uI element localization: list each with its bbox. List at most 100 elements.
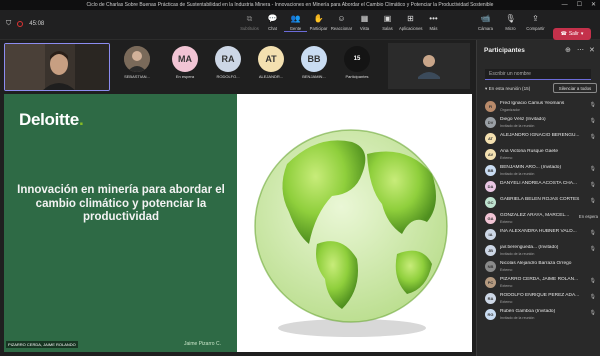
self-video[interactable] — [4, 43, 110, 91]
list-item[interactable]: DV Diego Véliz (Invitado) Invitado de la… — [483, 114, 599, 130]
avatar: DA — [485, 181, 496, 192]
meeting-toolbar: ⛉ 45:08 ⧉ Subtítulos 💬 Chat 👥 Gente ✋ Partic… — [0, 10, 600, 40]
recording-icon — [17, 21, 24, 27]
apps-icon: ⊞ — [407, 14, 414, 23]
participant-role: Invitado de la reunión — [500, 315, 535, 320]
leave-button[interactable]: ☎ Salir ▾ — [553, 28, 591, 40]
panel-title: Participantes — [484, 47, 525, 54]
close-icon[interactable]: ✕ — [591, 0, 596, 10]
mic-off-icon: 🎙 — [589, 102, 596, 108]
meeting-timer: 45:08 — [29, 21, 45, 27]
raise-hand-icon: ✋ — [313, 14, 324, 23]
list-item[interactable]: PC PIZARRO CERDA, JAIME ROLAN... Externo… — [483, 274, 599, 290]
mic-off-icon: 🎙 — [589, 166, 596, 172]
participant-tile[interactable]: RA RODOLFO... — [207, 42, 249, 90]
participant-role: Invitado de la reunión — [500, 123, 535, 128]
window-title: Ciclo de Charlas Sobre Buenas Prácticas … — [86, 2, 494, 8]
close-icon[interactable]: ✕ — [589, 46, 595, 54]
people-button[interactable]: 👥 Gente — [284, 14, 307, 32]
participants-panel: Participantes ⊕ ⋯ ✕ Escribir un nombre ▾… — [476, 40, 600, 356]
participant-name: RODOLFO... — [216, 74, 240, 79]
share-icon: ⇪ — [532, 14, 539, 23]
avatar: GC — [485, 197, 496, 208]
captions-icon: ⧉ — [246, 14, 253, 23]
mic-button[interactable]: 🎙 Micro — [499, 14, 522, 31]
participant-name: RODOLFO ENRIQUE PEREZ ADA... — [500, 293, 580, 298]
list-item[interactable]: NB Nicolas Alejandro Barraza Orrego Exte… — [483, 258, 599, 274]
participant-role: Externo — [500, 267, 513, 272]
participant-name: INA ALEXANDRA HUBNER VALD... — [500, 229, 577, 234]
chevron-down-icon: ▾ — [580, 31, 584, 37]
mic-off-icon: 🎙 — [589, 246, 596, 252]
list-item[interactable]: AT ALEJANDRO IGNACIO BERENGU... 🎙 — [483, 130, 599, 146]
avatar: RA — [485, 293, 496, 304]
list-item[interactable]: GC GABRIELA BELEN ROJAS CORTES 🎙 — [483, 194, 599, 210]
list-item[interactable]: RA RODOLFO ENRIQUE PEREZ ADA... Externo … — [483, 290, 599, 306]
media-controls: 📹 Cámara 🎙 Micro ⇪ Compartir — [474, 14, 547, 31]
title-bar: Ciclo de Charlas Sobre Buenas Prácticas … — [0, 0, 600, 10]
raise-hand-button[interactable]: ✋ Participar — [307, 14, 330, 32]
presenter-name: Jaime Pizarro C. — [184, 341, 221, 347]
list-item[interactable]: DA DANYELI ANDREA ACOSTA CHA... 🎙 — [483, 178, 599, 194]
participant-search-input[interactable]: Escribir un nombre — [485, 69, 591, 80]
view-button[interactable]: ▦ Vista — [353, 14, 376, 32]
mic-off-icon: 🎙 — [589, 198, 596, 204]
participant-role: Externo — [500, 155, 513, 160]
share-button[interactable]: ⇪ Compartir — [524, 14, 547, 31]
participant-name: Nicolas Alejandro Barraza Orrego — [500, 261, 572, 266]
participant-role: Externo — [500, 299, 513, 304]
avatar: BB — [301, 46, 327, 72]
mic-off-icon: 🎙 — [589, 118, 596, 124]
more-icon: ••• — [429, 14, 438, 23]
participant-name: DANYELI ANDREA ACOSTA CHA... — [500, 181, 577, 186]
section-header[interactable]: ▾ En esta reunión (15) — [485, 86, 530, 92]
participant-tile[interactable]: MA En espera — [164, 42, 206, 90]
people-icon: 👥 — [290, 14, 301, 23]
maximize-icon[interactable]: ☐ — [577, 0, 582, 10]
participant-tile[interactable]: BB BENJAMIN... — [293, 42, 335, 90]
participant-name: GABRIELA BELEN ROJAS CORTES — [500, 197, 580, 202]
window-controls: — ☐ ✕ — [562, 0, 596, 10]
mic-off-icon: 🎙 — [589, 278, 596, 284]
participant-role: Organizador — [500, 107, 520, 112]
remote-video[interactable] — [388, 43, 470, 89]
phone-icon: ☎ — [560, 31, 567, 37]
avatar: IA — [485, 229, 496, 240]
captions-button[interactable]: ⧉ Subtítulos — [238, 14, 261, 32]
list-item[interactable]: RG Rubén Gamboa (Invitado) Invitado de l… — [483, 306, 599, 322]
avatar: AV — [485, 149, 496, 160]
apps-button[interactable]: ⊞ Aplicaciones — [399, 14, 423, 32]
deloitte-logo: Deloitte. — [19, 110, 84, 129]
participant-role: Externo — [500, 283, 513, 288]
rooms-icon: ▣ — [383, 14, 392, 23]
add-people-icon[interactable]: ⊕ — [565, 46, 571, 54]
participant-tile[interactable]: AT ALEJANDR... — [250, 42, 292, 90]
list-item[interactable]: BB BENJAMIN ARO... (Invitado) Invitado d… — [483, 162, 599, 178]
mute-all-button[interactable]: Silenciar a todos — [553, 83, 597, 93]
more-options-icon[interactable]: ⋯ — [577, 46, 584, 54]
view-icon: ▦ — [360, 14, 369, 23]
mic-off-icon: 🎙 — [589, 230, 596, 236]
participant-tile[interactable]: SEBASTIAN... — [116, 42, 158, 90]
participant-list: FI Fred Ignacio Camus Yeomans Organizado… — [483, 98, 599, 322]
participant-name: Fred Ignacio Camus Yeomans — [500, 101, 565, 106]
rooms-button[interactable]: ▣ Salas — [376, 14, 399, 32]
slide-green-panel: Deloitte. Innovación en minería para abo… — [4, 94, 237, 352]
video-caption-name: PIZARRO CERDA, JAIME ROLANDO — [6, 341, 78, 348]
avatar — [124, 46, 150, 72]
chat-button[interactable]: 💬 Chat — [261, 14, 284, 32]
list-item[interactable]: FI Fred Ignacio Camus Yeomans Organizado… — [483, 98, 599, 114]
avatar: RA — [215, 46, 241, 72]
list-item[interactable]: JB jair.berengueda... (Invitado) Invitad… — [483, 242, 599, 258]
more-participants-tile[interactable]: 15 Participantes — [336, 42, 378, 90]
participant-role: Externo — [500, 219, 513, 224]
meeting-status: ⛉ 45:08 — [6, 20, 44, 28]
react-button[interactable]: ☺ Reaccionar — [330, 14, 353, 32]
list-item[interactable]: AV Ana Victoria Rusque Gaete Externo — [483, 146, 599, 162]
camera-button[interactable]: 📹 Cámara — [474, 14, 497, 31]
list-item[interactable]: GA GONZALEZ ARAYA, MARCEL... Externo En … — [483, 210, 599, 226]
more-button[interactable]: ••• Más — [422, 14, 445, 32]
minimize-icon[interactable]: — — [562, 0, 568, 10]
participant-name: Ana Victoria Rusque Gaete — [500, 149, 559, 154]
list-item[interactable]: IA INA ALEXANDRA HUBNER VALD... 🎙 — [483, 226, 599, 242]
